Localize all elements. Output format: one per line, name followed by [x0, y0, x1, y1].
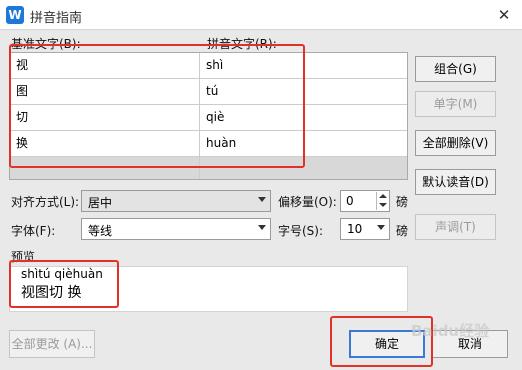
base-text-label: 基准文字(B):: [11, 37, 81, 51]
single-char-button[interactable]: 单字(M): [415, 91, 496, 117]
font-select[interactable]: 等线: [81, 218, 271, 240]
size-value: 10: [347, 222, 363, 236]
grid-row: 视 shì: [10, 53, 407, 79]
pinyin-text-cell[interactable]: [200, 157, 407, 179]
combine-button[interactable]: 组合(G): [415, 56, 496, 82]
title-bar: W 拼音指南 ✕: [0, 0, 522, 30]
offset-label: 偏移量(O):: [278, 195, 337, 209]
preview-pinyin: shìtú qièhuàn: [21, 267, 103, 281]
offset-unit: 磅: [396, 195, 409, 209]
default-reading-button[interactable]: 默认读音(D): [415, 169, 496, 195]
chevron-down-icon: [258, 225, 266, 230]
wps-writer-icon: W: [6, 6, 24, 24]
offset-stepper[interactable]: 0: [340, 190, 390, 212]
watermark: Baidu经验: [411, 322, 490, 340]
pinyin-text-cell[interactable]: qiè: [200, 105, 407, 131]
font-value: 等线: [88, 224, 113, 238]
offset-value: 0: [346, 194, 354, 208]
base-text-cell[interactable]: 切: [10, 105, 200, 131]
base-text-cell[interactable]: [10, 157, 200, 179]
close-icon[interactable]: ✕: [494, 5, 514, 25]
apply-all-button[interactable]: 全部更改 (A)...: [9, 330, 95, 358]
align-value: 居中: [88, 196, 113, 210]
size-select[interactable]: 10: [340, 218, 390, 240]
grid-row: 换 huàn: [10, 131, 407, 157]
preview-label: 预览: [11, 250, 36, 264]
spin-up-icon[interactable]: [376, 192, 388, 201]
pinyin-grid: 视 shì 图 tú 切 qiè 换 huàn: [9, 52, 408, 180]
align-label: 对齐方式(L):: [11, 195, 80, 209]
font-label: 字体(F):: [11, 224, 56, 238]
pinyin-text-label: 拼音文字(R):: [207, 37, 277, 51]
grid-row-empty: [10, 157, 407, 179]
pinyin-text-cell[interactable]: shì: [200, 53, 407, 79]
chevron-down-icon: [377, 225, 385, 230]
preview-chars: 视图切 换: [21, 285, 82, 301]
grid-row: 图 tú: [10, 79, 407, 105]
size-unit: 磅: [396, 224, 409, 238]
size-label: 字号(S):: [278, 224, 324, 238]
base-text-cell[interactable]: 图: [10, 79, 200, 105]
grid-row: 切 qiè: [10, 105, 407, 131]
window-title: 拼音指南: [30, 11, 83, 26]
spin-down-icon[interactable]: [376, 201, 388, 210]
pinyin-text-cell[interactable]: tú: [200, 79, 407, 105]
tone-button[interactable]: 声调(T): [415, 214, 496, 240]
chevron-down-icon: [258, 197, 266, 202]
preview-box: shìtú qièhuàn 视图切 换: [9, 266, 408, 312]
delete-all-button[interactable]: 全部删除(V): [415, 130, 496, 156]
base-text-cell[interactable]: 换: [10, 131, 200, 157]
base-text-cell[interactable]: 视: [10, 53, 200, 79]
align-select[interactable]: 居中: [81, 190, 271, 212]
pinyin-text-cell[interactable]: huàn: [200, 131, 407, 157]
